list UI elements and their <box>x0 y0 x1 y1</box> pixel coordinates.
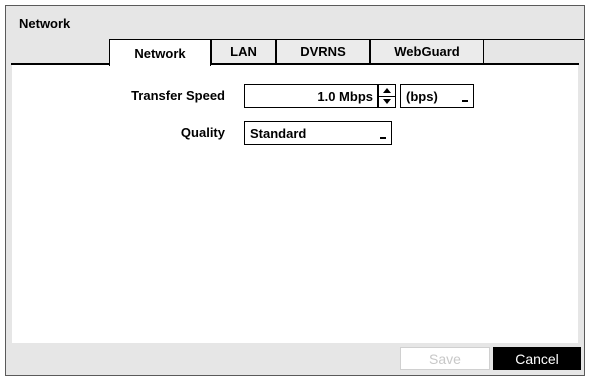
transfer-speed-value: 1.0 Mbps <box>317 88 373 104</box>
triangle-down-icon <box>383 99 391 104</box>
quality-select[interactable]: Standard <box>244 121 392 145</box>
spin-down-button[interactable] <box>379 96 395 107</box>
network-panel: Transfer Speed 1.0 Mbps (bps) Quality St… <box>12 65 578 343</box>
speed-units-select[interactable]: (bps) <box>400 84 474 108</box>
tab-webguard[interactable]: WebGuard <box>370 39 484 63</box>
tab-dvrns-label: DVRNS <box>300 44 346 59</box>
transfer-speed-input[interactable]: 1.0 Mbps <box>244 84 378 108</box>
quality-value: Standard <box>250 125 307 141</box>
tab-webguard-label: WebGuard <box>394 44 460 59</box>
tab-lan[interactable]: LAN <box>211 39 276 63</box>
transfer-speed-label: Transfer Speed <box>131 88 225 103</box>
dropdown-caret-icon <box>462 100 468 102</box>
speed-units-value: (bps) <box>406 88 438 104</box>
tab-lan-label: LAN <box>230 44 257 59</box>
tab-dvrns[interactable]: DVRNS <box>276 39 370 63</box>
quality-label: Quality <box>180 125 225 140</box>
dialog-title: Network <box>19 16 71 31</box>
triangle-up-icon <box>383 88 391 93</box>
save-button[interactable]: Save <box>400 347 490 370</box>
tab-network[interactable]: Network <box>109 39 211 66</box>
transfer-speed-spinner <box>378 84 396 108</box>
network-dialog: Network Network LAN DVRNS WebGuard Trans… <box>5 5 585 376</box>
tab-network-label: Network <box>134 45 186 61</box>
dropdown-caret-icon <box>380 137 386 139</box>
cancel-button[interactable]: Cancel <box>493 347 581 370</box>
tab-strip-filler <box>484 39 584 63</box>
